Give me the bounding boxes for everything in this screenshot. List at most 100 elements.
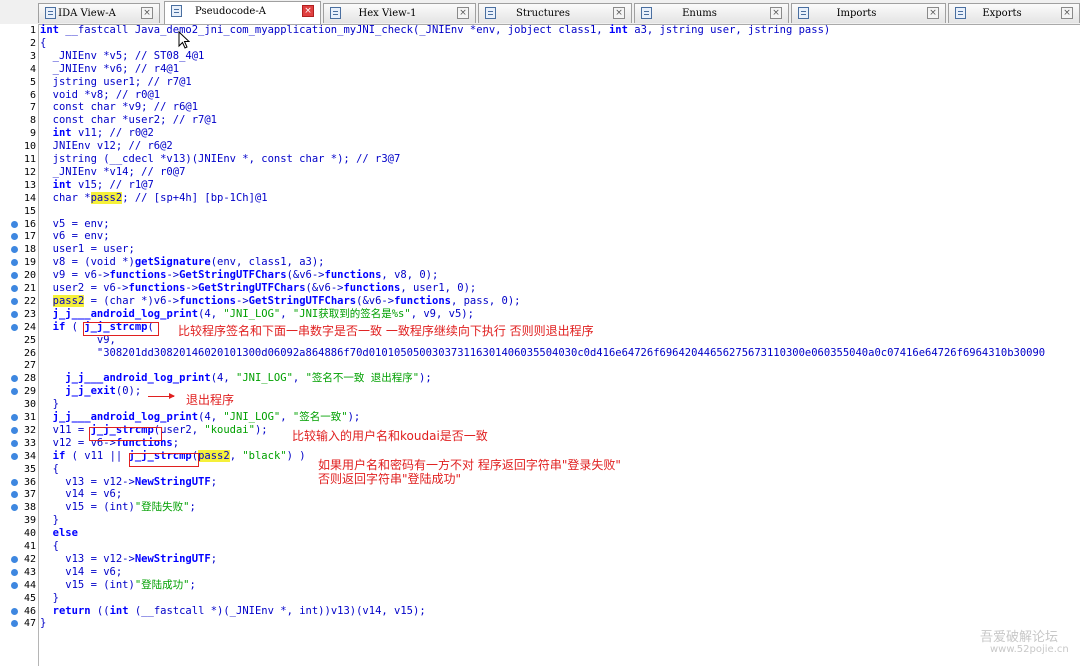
code-line[interactable]: 27	[0, 359, 1080, 372]
code-line[interactable]: 39 }	[0, 514, 1080, 527]
line-number: 30	[23, 399, 36, 411]
code-line[interactable]: 31 j_j___android_log_print(4, "JNI_LOG",…	[0, 411, 1080, 424]
close-icon[interactable]: ×	[770, 7, 782, 19]
tab-enums[interactable]: Enums ×	[634, 3, 789, 23]
line-number: 13	[23, 179, 36, 191]
code-line[interactable]: 41 {	[0, 540, 1080, 553]
code-line[interactable]: 17 v6 = env;	[0, 230, 1080, 243]
line-number: 22	[23, 295, 36, 307]
code-line[interactable]: 3 _JNIEnv *v5; // ST08_4@1	[0, 50, 1080, 63]
line-number: 33	[23, 437, 36, 449]
code-line[interactable]: 43 v14 = v6;	[0, 566, 1080, 579]
code-text: _JNIEnv *v6; // r4@1	[40, 62, 180, 75]
tab-pseudocode-a[interactable]: Pseudocode-A ×	[164, 1, 321, 24]
code-line[interactable]: 14 char *pass2; // [sp+4h] [bp-1Ch]@1	[0, 191, 1080, 205]
tab-structures[interactable]: Structures ×	[478, 3, 632, 23]
code-line[interactable]: 37 v14 = v6;	[0, 488, 1080, 501]
code-text: v14 = v6;	[40, 488, 123, 501]
line-number: 37	[23, 489, 36, 501]
code-line[interactable]: 33 v12 = v6->functions;	[0, 437, 1080, 450]
strcmp-pass-highlight-box	[129, 453, 199, 467]
code-line[interactable]: 2{	[0, 37, 1080, 50]
close-icon[interactable]: ×	[1061, 7, 1073, 19]
code-line[interactable]: 30 }	[0, 398, 1080, 411]
close-icon[interactable]: ×	[302, 5, 314, 17]
code-line[interactable]: 22 pass2 = (char *)v6->functions->GetStr…	[0, 294, 1080, 308]
code-line[interactable]: 38 v15 = (int)"登陆失败";	[0, 501, 1080, 514]
code-text: const char *user2; // r7@1	[40, 114, 218, 127]
code-line[interactable]: 19 v8 = (void *)getSignature(env, class1…	[0, 256, 1080, 269]
line-number: 29	[23, 386, 36, 398]
tab-ida-view-a[interactable]: IDA View-A ×	[38, 3, 160, 23]
code-text: v14 = v6;	[40, 565, 123, 578]
code-line[interactable]: 44 v15 = (int)"登陆成功";	[0, 579, 1080, 592]
exit-arrow	[148, 393, 175, 399]
tab-label: Imports	[836, 8, 877, 19]
code-line[interactable]: 26 "308201dd30820146020101300d06092a8648…	[0, 347, 1080, 360]
code-line[interactable]: 45 }	[0, 592, 1080, 605]
code-line[interactable]: 8 const char *user2; // r7@1	[0, 114, 1080, 127]
code-text: v6 = env;	[40, 230, 110, 243]
line-number: 1	[29, 25, 36, 36]
code-line[interactable]: 47}	[0, 617, 1080, 630]
close-icon[interactable]: ×	[457, 7, 469, 19]
code-line[interactable]: 20 v9 = v6->functions->GetStringUTFChars…	[0, 269, 1080, 282]
line-number: 27	[23, 360, 36, 372]
tab-hex-view-1[interactable]: Hex View-1 ×	[323, 3, 476, 23]
code-text: int v15; // r1@7	[52, 178, 154, 191]
code-line[interactable]: 7 const char *v9; // r6@1	[0, 101, 1080, 114]
close-icon[interactable]: ×	[927, 7, 939, 19]
code-line[interactable]: 23 j_j___android_log_print(4, "JNI_LOG",…	[0, 308, 1080, 321]
code-line[interactable]: 32 v11 = j_j_strcmp(user2, "koudai");	[0, 424, 1080, 437]
line-number: 31	[23, 412, 36, 423]
code-line[interactable]: 11 jstring (__cdecl *v13)(JNIEnv *, cons…	[0, 153, 1080, 166]
line-number: 24	[23, 321, 36, 333]
code-line[interactable]: 16 v5 = env;	[0, 218, 1080, 231]
code-line[interactable]: 10 JNIEnv v12; // r6@2	[0, 140, 1080, 153]
code-line[interactable]: 12 _JNIEnv *v14; // r0@7	[0, 166, 1080, 179]
code-text: j_j_exit(0);	[65, 385, 142, 398]
line-number: 5	[29, 76, 36, 88]
code-text: }	[40, 591, 59, 604]
line-number: 8	[29, 115, 36, 127]
code-line[interactable]: 21 user2 = v6->functions->GetStringUTFCh…	[0, 282, 1080, 295]
code-line[interactable]: 46 return ((int (__fastcall *)(_JNIEnv *…	[0, 605, 1080, 618]
line-number: 7	[29, 102, 36, 114]
code-line[interactable]: 4 _JNIEnv *v6; // r4@1	[0, 63, 1080, 76]
tab-label: Hex View-1	[358, 8, 417, 19]
line-number: 45	[23, 592, 36, 604]
condition-note-line1: 如果用户名和密码有一方不对 程序返回字符串"登录失败"	[318, 458, 621, 472]
tab-imports[interactable]: Imports ×	[791, 3, 946, 23]
tab-exports[interactable]: Exports ×	[948, 3, 1080, 23]
line-number: 39	[23, 515, 36, 527]
code-line[interactable]: 1 int __fastcall Java_demo2_jni_com_myapp…	[0, 24, 1080, 37]
line-number: 28	[23, 373, 36, 385]
line-number: 11	[23, 154, 36, 165]
code-line[interactable]: 13 int v15; // r1@7	[0, 179, 1080, 192]
code-line[interactable]: 40 else	[0, 527, 1080, 540]
strcmp-signature-note: 比较程序签名和下面一串数字是否一致 一致程序继续向下执行 否则则退出程序	[178, 324, 594, 338]
code-line[interactable]: 15	[0, 205, 1080, 218]
code-line[interactable]: 9 int v11; // r0@2	[0, 127, 1080, 140]
code-text: }	[40, 514, 59, 527]
close-icon[interactable]: ×	[141, 7, 153, 19]
code-text: v13 = v12->NewStringUTF;	[40, 475, 218, 488]
line-number: 15	[23, 205, 36, 217]
code-line[interactable]: 36 v13 = v12->NewStringUTF;	[0, 476, 1080, 489]
line-number: 42	[23, 553, 36, 565]
line-number: 9	[29, 128, 36, 140]
line-number: 23	[23, 308, 36, 320]
code-line[interactable]: 28 j_j___android_log_print(4, "JNI_LOG",…	[0, 372, 1080, 385]
code-text: {	[40, 462, 59, 475]
watermark-url: www.52pojie.cn	[990, 644, 1069, 655]
line-number: 35	[23, 463, 36, 475]
close-icon[interactable]: ×	[613, 7, 625, 19]
code-text: {	[40, 36, 47, 49]
code-line[interactable]: 6 void *v8; // r0@1	[0, 89, 1080, 102]
code-line[interactable]: 5 jstring user1; // r7@1	[0, 76, 1080, 89]
line-number: 34	[23, 450, 36, 462]
code-text: user1 = user;	[40, 243, 135, 256]
watermark-logo: 吾爱破解论坛	[980, 630, 1059, 645]
code-line[interactable]: 42 v13 = v12->NewStringUTF;	[0, 553, 1080, 566]
code-line[interactable]: 18 user1 = user;	[0, 243, 1080, 256]
